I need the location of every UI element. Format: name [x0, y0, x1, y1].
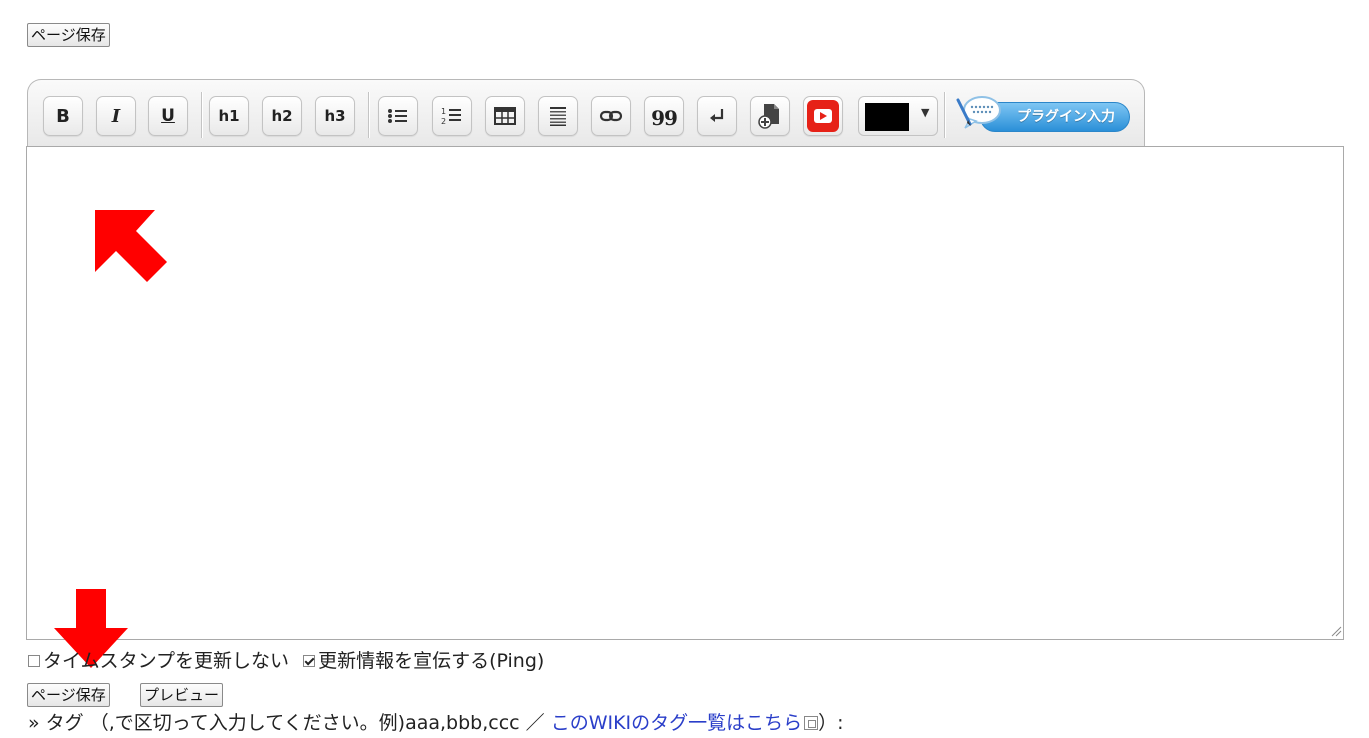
color-dropdown-icon: ▼ [921, 106, 930, 119]
quote-icon: 99 [651, 106, 678, 130]
bulleted-list-button[interactable] [378, 96, 418, 136]
color-swatch [865, 103, 909, 131]
toolbar-separator [944, 92, 946, 138]
color-picker[interactable]: ▼ [858, 96, 938, 136]
tag-suffix: ）: [818, 712, 844, 734]
svg-text:1: 1 [441, 107, 446, 116]
save-button[interactable]: ページ保存 [27, 683, 110, 707]
youtube-button[interactable] [803, 96, 843, 136]
tag-list-link[interactable]: このWIKIのタグ一覧はこちら [551, 712, 802, 734]
svg-text:2: 2 [441, 117, 446, 126]
h1-label: h1 [218, 107, 240, 125]
ping-label: 更新情報を宣伝する(Ping) [318, 650, 545, 672]
h2-label: h2 [271, 107, 293, 125]
external-link-icon [804, 716, 819, 730]
tag-row: » タグ （,で区切って入力してください。例)aaa,bbb,ccc ／ このW… [28, 711, 844, 735]
link-icon [599, 110, 623, 122]
plugin-icon [956, 96, 1001, 129]
line-break-icon [710, 109, 724, 122]
align-icon [550, 107, 566, 126]
plugin-input-button[interactable]: プラグイン入力 [954, 92, 1132, 138]
table-button[interactable] [485, 96, 525, 136]
top-save-button[interactable]: ページ保存 [27, 23, 110, 47]
underline-label: U [161, 106, 175, 126]
wiki-editor-textarea[interactable] [26, 146, 1344, 640]
h3-button[interactable]: h3 [315, 96, 355, 136]
h3-label: h3 [324, 107, 346, 125]
numbered-list-button[interactable]: 1 2 [432, 96, 472, 136]
numbered-list-icon: 1 2 [441, 107, 461, 126]
italic-button[interactable]: I [96, 96, 136, 136]
preview-button[interactable]: プレビュー [140, 683, 224, 707]
line-break-button[interactable] [697, 96, 737, 136]
no-timestamp-label: タイムスタンプを更新しない [43, 650, 290, 672]
tag-prefix: » タグ （,で区切って入力してください。例)aaa,bbb,ccc ／ [28, 712, 551, 734]
italic-label: I [111, 105, 121, 127]
ping-checkbox[interactable] [303, 655, 316, 667]
attach-file-button[interactable] [750, 96, 790, 136]
h1-button[interactable]: h1 [209, 96, 249, 136]
link-button[interactable] [591, 96, 631, 136]
toolbar-separator [368, 92, 370, 138]
underline-button[interactable]: U [148, 96, 188, 136]
no-timestamp-checkbox[interactable] [28, 655, 40, 667]
toolbar-separator [201, 92, 203, 138]
plugin-input-label: プラグイン入力 [980, 102, 1130, 132]
h2-button[interactable]: h2 [262, 96, 302, 136]
attach-file-icon [758, 104, 779, 129]
red-annotation-arrow-up-left [95, 210, 167, 282]
options-row: タイムスタンプを更新しない 更新情報を宣伝する(Ping) [28, 649, 544, 673]
bold-button[interactable]: B [43, 96, 83, 136]
resize-grip-icon[interactable] [1330, 625, 1342, 637]
youtube-icon [807, 100, 839, 132]
quote-button[interactable]: 99 [644, 96, 684, 136]
align-button[interactable] [538, 96, 578, 136]
table-icon [494, 107, 516, 125]
bulleted-list-icon [388, 109, 407, 123]
bold-label: B [56, 105, 70, 127]
